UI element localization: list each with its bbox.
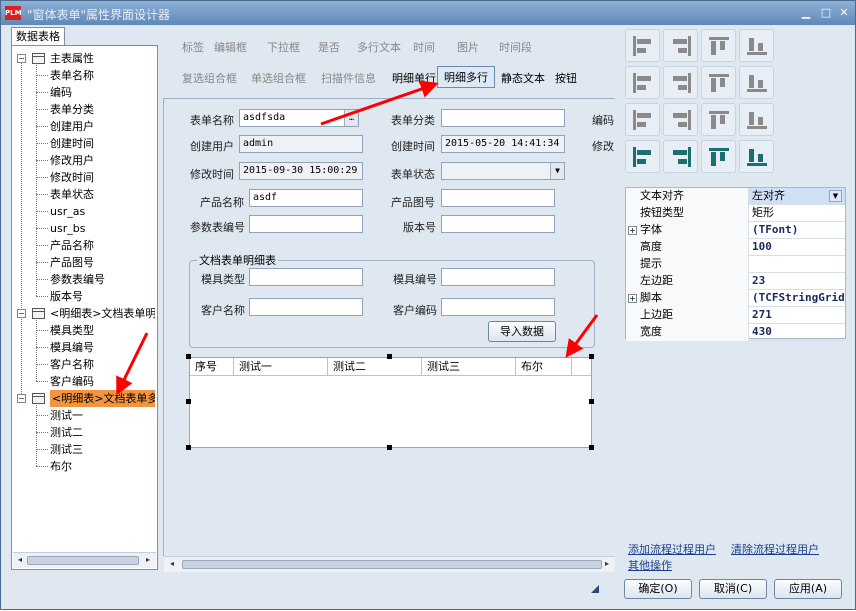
designer-window: PLM "窗体表单"属性界面设计器 ▁ □ ✕ 数据表格 − 主表属性 表单名称 编码…: [0, 0, 856, 610]
annotation-arrows: [116, 80, 599, 396]
arrow-to-grid: [565, 314, 599, 358]
arrow-to-tree: [116, 332, 149, 396]
arrow-to-toolbar: [320, 80, 439, 126]
